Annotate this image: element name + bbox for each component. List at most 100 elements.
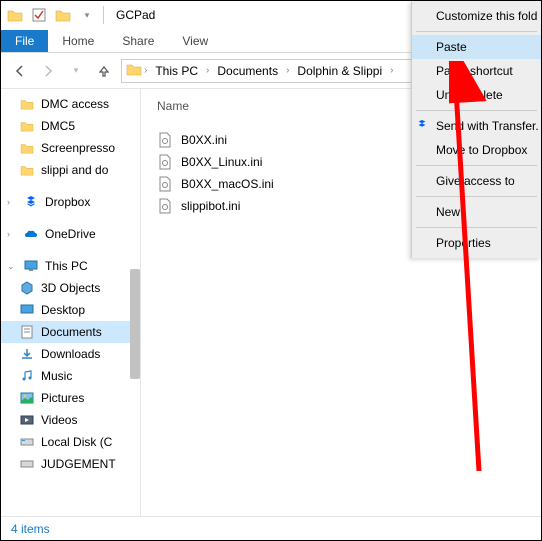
pictures-icon xyxy=(19,390,35,406)
nav-label: JUDGEMENT xyxy=(41,457,116,471)
ctx-paste-shortcut[interactable]: Paste shortcut xyxy=(412,59,541,83)
file-tab[interactable]: File xyxy=(1,30,48,52)
separator xyxy=(416,110,537,111)
window-title: GCPad xyxy=(116,8,155,22)
nav-pc-item[interactable]: Local Disk (C xyxy=(1,431,140,453)
file-name: B0XX_Linux.ini xyxy=(181,155,262,169)
nav-label: slippi and do xyxy=(41,163,108,177)
ini-icon xyxy=(157,198,173,214)
file-name: slippibot.ini xyxy=(181,199,240,213)
nav-label: Dropbox xyxy=(45,195,90,209)
nav-thispc[interactable]: ⌄This PC xyxy=(1,255,140,277)
file-name: B0XX.ini xyxy=(181,133,227,147)
ctx-new[interactable]: New xyxy=(412,200,541,224)
nav-quick-item[interactable]: Screenpresso xyxy=(1,137,140,159)
quick-access-toolbar: ▾ xyxy=(5,5,97,25)
status-bar: 4 items xyxy=(1,516,541,540)
ini-icon xyxy=(157,132,173,148)
folder-icon xyxy=(126,62,142,79)
ctx-give-access[interactable]: Give access to xyxy=(412,169,541,193)
nav-pc-item[interactable]: Videos xyxy=(1,409,140,431)
downloads-icon xyxy=(19,346,35,362)
nav-pc-item[interactable]: Pictures xyxy=(1,387,140,409)
chevron-right-icon[interactable]: › xyxy=(206,65,209,76)
tab-share[interactable]: Share xyxy=(108,30,168,52)
nav-pc-item[interactable]: Downloads xyxy=(1,343,140,365)
videos-icon xyxy=(19,412,35,428)
folder-icon xyxy=(19,140,35,156)
dropdown-icon[interactable]: ▾ xyxy=(77,5,97,25)
chevron-right-icon[interactable]: › xyxy=(390,65,393,76)
onedrive-icon xyxy=(23,226,39,242)
recent-dropdown[interactable]: ▾ xyxy=(65,60,87,82)
nav-pc-item-documents[interactable]: Documents xyxy=(1,321,140,343)
nav-label: 3D Objects xyxy=(41,281,100,295)
nav-label: DMC access xyxy=(41,97,109,111)
disk-icon xyxy=(19,434,35,450)
ctx-move-dropbox[interactable]: Move to Dropbox xyxy=(412,138,541,162)
separator xyxy=(416,31,537,32)
desktop-icon xyxy=(19,302,35,318)
nav-label: OneDrive xyxy=(45,227,96,241)
nav-label: Screenpresso xyxy=(41,141,115,155)
nav-pc-item[interactable]: JUDGEMENT xyxy=(1,453,140,475)
thispc-icon xyxy=(23,258,39,274)
nav-label: Pictures xyxy=(41,391,84,405)
nav-onedrive[interactable]: ›OneDrive xyxy=(1,223,140,245)
folder-icon xyxy=(19,162,35,178)
folder-icon xyxy=(19,118,35,134)
dropbox-icon xyxy=(23,194,39,210)
nav-quick-item[interactable]: slippi and do xyxy=(1,159,140,181)
nav-pc-item[interactable]: Music xyxy=(1,365,140,387)
ini-icon xyxy=(157,176,173,192)
file-name: B0XX_macOS.ini xyxy=(181,177,274,191)
breadcrumb-dolphin[interactable]: Dolphin & Slippi xyxy=(291,62,388,80)
folder-icon xyxy=(5,5,25,25)
ctx-send-transfer[interactable]: Send with Transfer. xyxy=(412,114,541,138)
disk-icon xyxy=(19,456,35,472)
ctx-undo-delete[interactable]: Undo Delete xyxy=(412,83,541,107)
breadcrumb-thispc[interactable]: This PC xyxy=(149,62,204,80)
tab-home[interactable]: Home xyxy=(48,30,108,52)
separator xyxy=(416,165,537,166)
nav-label: This PC xyxy=(45,259,88,273)
nav-label: Videos xyxy=(41,413,77,427)
chevron-right-icon[interactable]: › xyxy=(286,65,289,76)
scrollbar-thumb[interactable] xyxy=(130,269,140,379)
dropbox-icon xyxy=(416,119,430,133)
nav-label: Desktop xyxy=(41,303,85,317)
chevron-right-icon[interactable]: › xyxy=(144,65,147,76)
nav-label: Music xyxy=(41,369,72,383)
breadcrumb-documents[interactable]: Documents xyxy=(211,62,284,80)
3dobjects-icon xyxy=(19,280,35,296)
properties-icon[interactable] xyxy=(29,5,49,25)
ctx-paste[interactable]: Paste xyxy=(412,35,541,59)
folder-icon xyxy=(19,96,35,112)
separator xyxy=(103,6,104,24)
folder-icon-small xyxy=(53,5,73,25)
ctx-label: Send with Transfer. xyxy=(436,119,539,133)
navigation-pane[interactable]: DMC access DMC5 Screenpresso slippi and … xyxy=(1,89,141,516)
nav-dropbox[interactable]: ›Dropbox xyxy=(1,191,140,213)
ctx-customize[interactable]: Customize this fold xyxy=(412,4,541,28)
nav-pc-item[interactable]: Desktop xyxy=(1,299,140,321)
item-count: 4 items xyxy=(11,522,50,536)
forward-button[interactable] xyxy=(37,60,59,82)
nav-label: Downloads xyxy=(41,347,100,361)
ini-icon xyxy=(157,154,173,170)
separator xyxy=(416,196,537,197)
tab-view[interactable]: View xyxy=(168,30,222,52)
nav-label: Local Disk (C xyxy=(41,435,112,449)
separator xyxy=(416,227,537,228)
documents-icon xyxy=(19,324,35,340)
ctx-properties[interactable]: Properties xyxy=(412,231,541,255)
nav-quick-item[interactable]: DMC5 xyxy=(1,115,140,137)
music-icon xyxy=(19,368,35,384)
nav-label: DMC5 xyxy=(41,119,75,133)
context-menu: Customize this fold Paste Paste shortcut… xyxy=(411,1,541,258)
nav-label: Documents xyxy=(41,325,102,339)
nav-quick-item[interactable]: DMC access xyxy=(1,93,140,115)
nav-pc-item[interactable]: 3D Objects xyxy=(1,277,140,299)
up-button[interactable] xyxy=(93,60,115,82)
back-button[interactable] xyxy=(9,60,31,82)
